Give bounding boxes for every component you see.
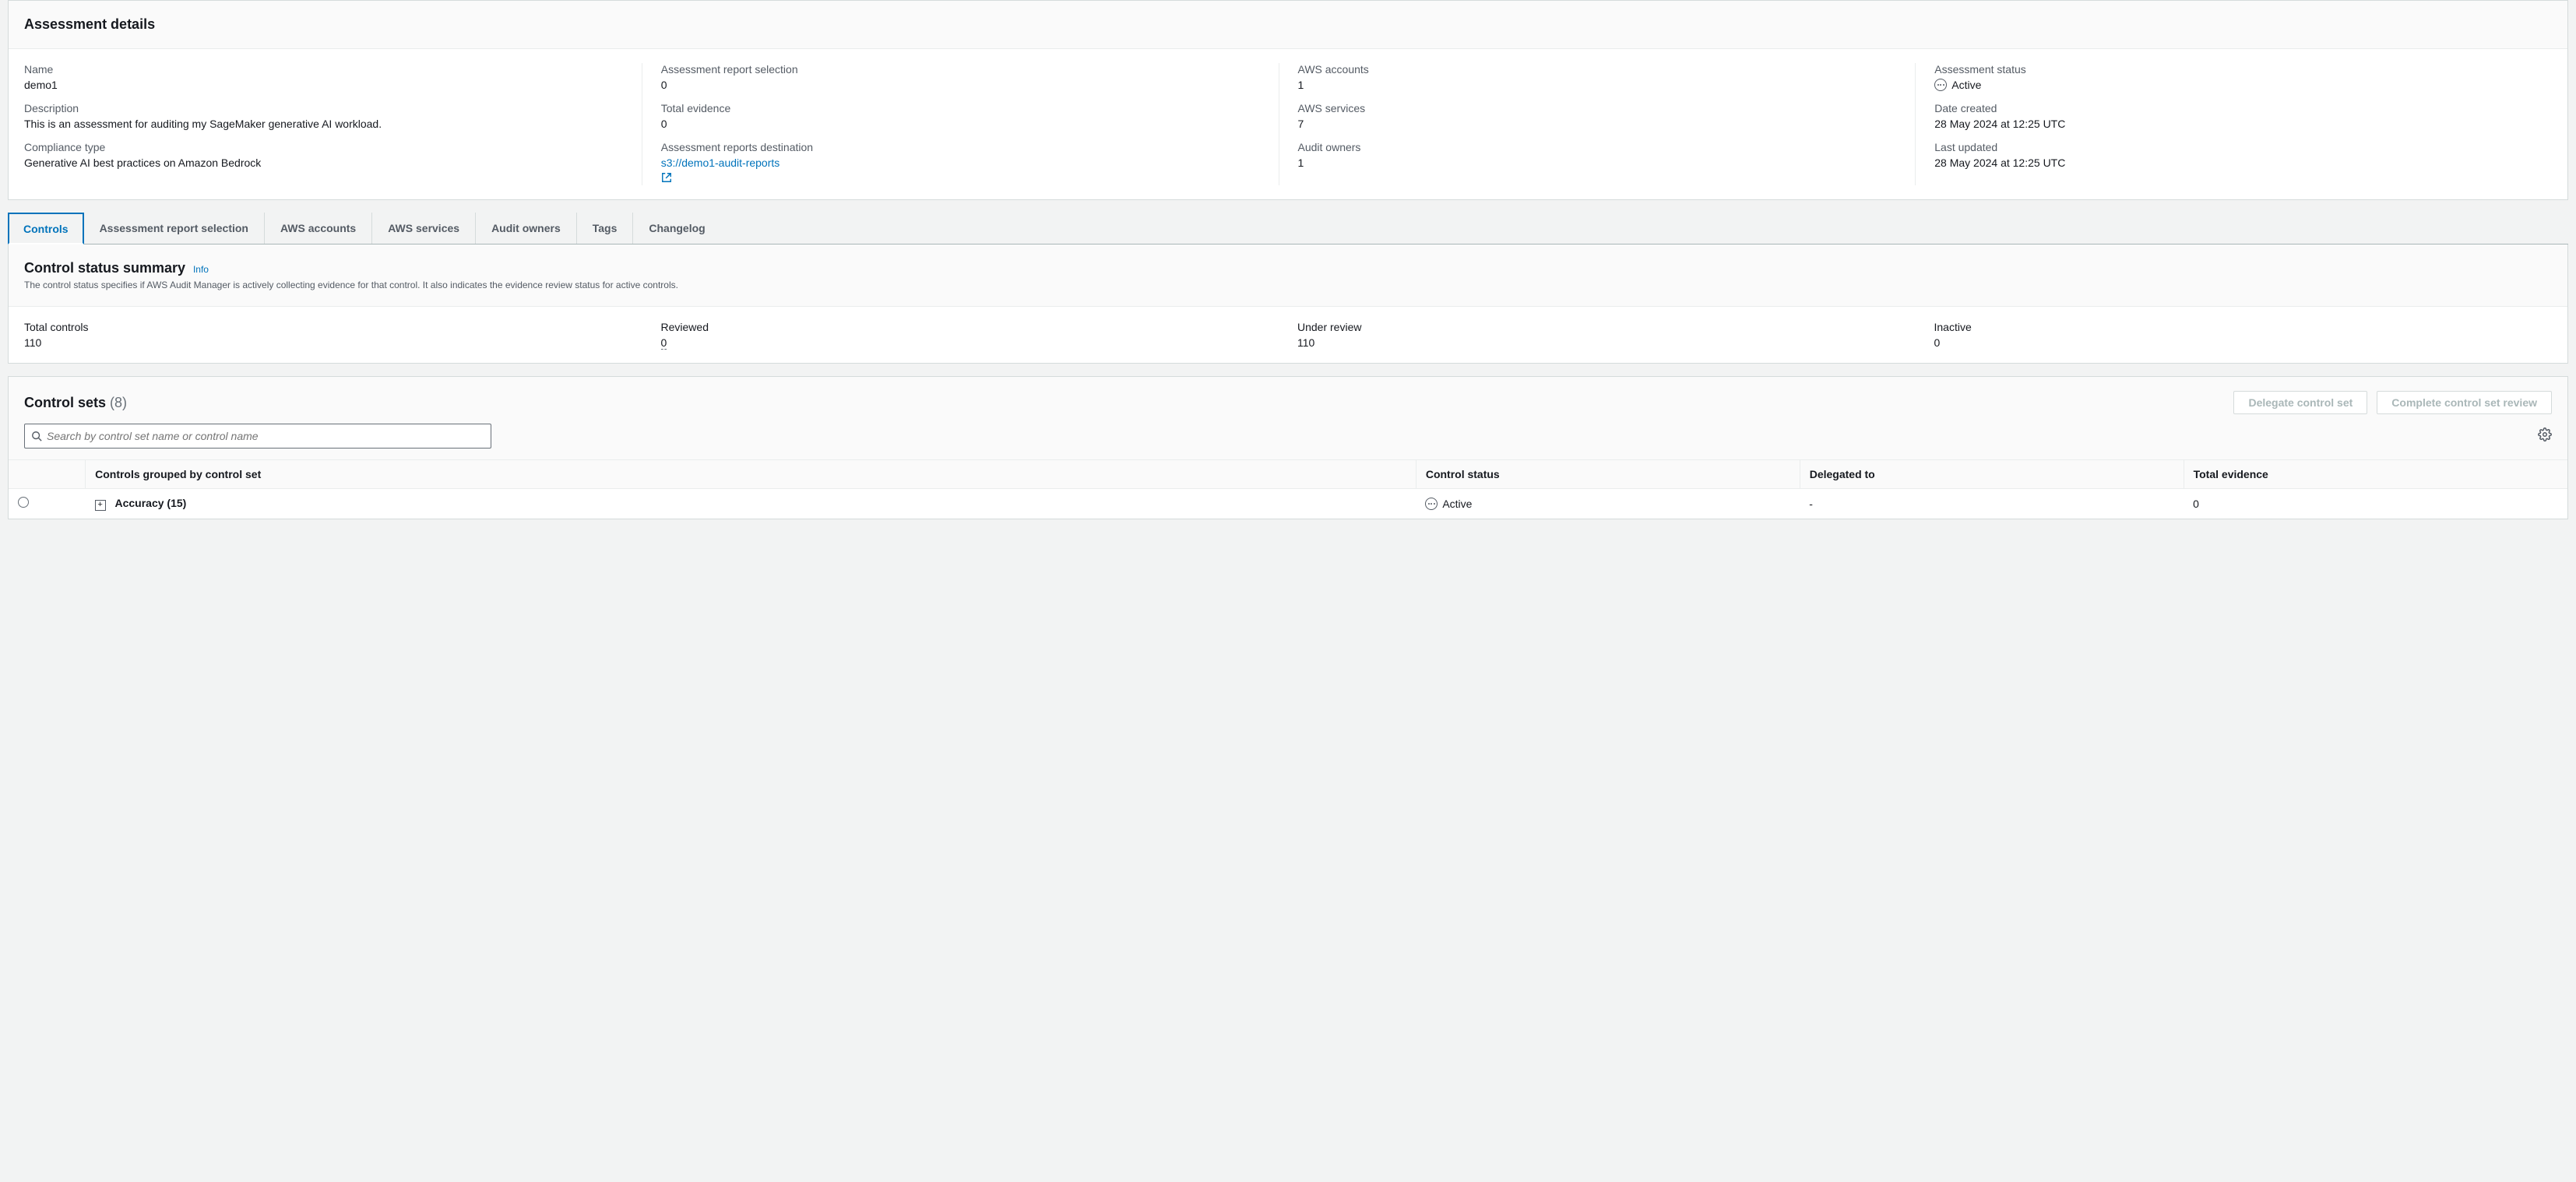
complete-control-set-review-button[interactable]: Complete control set review — [2377, 391, 2552, 414]
inactive-label: Inactive — [1934, 321, 2534, 333]
total-evidence-label: Total evidence — [661, 102, 1260, 114]
external-link-icon[interactable] — [661, 172, 1260, 185]
last-updated-value: 28 May 2024 at 12:25 UTC — [1934, 157, 2533, 169]
control-status-summary-heading: Control status summary — [24, 260, 185, 276]
tabs-bar: Controls Assessment report selection AWS… — [8, 213, 2568, 244]
name-label: Name — [24, 63, 623, 76]
assessment-status-value: Active — [1951, 79, 1981, 91]
compliance-type-label: Compliance type — [24, 141, 623, 153]
date-created-value: 28 May 2024 at 12:25 UTC — [1934, 118, 2533, 130]
search-icon — [31, 431, 42, 441]
delegate-control-set-button[interactable]: Delegate control set — [2233, 391, 2367, 414]
status-in-progress-icon — [1425, 498, 1438, 510]
col-total-evidence[interactable]: Total evidence — [2184, 460, 2567, 489]
control-sets-count: (8) — [110, 395, 127, 410]
tab-aws-services[interactable]: AWS services — [372, 213, 476, 244]
row-status: Active — [1442, 498, 1472, 510]
tab-audit-owners[interactable]: Audit owners — [476, 213, 577, 244]
tab-assessment-report-selection[interactable]: Assessment report selection — [84, 213, 265, 244]
last-updated-label: Last updated — [1934, 141, 2533, 153]
control-status-summary-panel: Control status summary Info The control … — [8, 244, 2568, 364]
description-value: This is an assessment for auditing my Sa… — [24, 118, 623, 130]
assessment-details-header: Assessment details — [9, 1, 2567, 49]
row-evidence: 0 — [2184, 489, 2567, 519]
total-controls-value: 110 — [24, 336, 624, 349]
report-selection-label: Assessment report selection — [661, 63, 1260, 76]
info-link[interactable]: Info — [193, 264, 209, 275]
control-sets-table: Controls grouped by control set Control … — [9, 459, 2567, 519]
col-delegated-to[interactable]: Delegated to — [1800, 460, 2184, 489]
total-evidence-value: 0 — [661, 118, 1260, 130]
aws-accounts-value: 1 — [1298, 79, 1897, 91]
search-input[interactable] — [47, 430, 484, 442]
control-status-summary-header: Control status summary Info The control … — [9, 244, 2567, 307]
details-col-4: Assessment status Active Date created 28… — [1915, 63, 2552, 185]
assessment-details-heading: Assessment details — [24, 16, 2552, 33]
control-status-summary-description: The control status specifies if AWS Audi… — [24, 280, 2552, 290]
reports-destination-label: Assessment reports destination — [661, 141, 1260, 153]
control-sets-heading: Control sets — [24, 395, 106, 410]
details-col-1: Name demo1 Description This is an assess… — [24, 63, 642, 185]
audit-owners-value: 1 — [1298, 157, 1897, 169]
aws-services-label: AWS services — [1298, 102, 1897, 114]
reviewed-value: 0 — [661, 336, 667, 350]
tab-tags[interactable]: Tags — [577, 213, 634, 244]
assessment-status-label: Assessment status — [1934, 63, 2533, 76]
under-review-value: 110 — [1297, 336, 1897, 349]
tab-changelog[interactable]: Changelog — [633, 213, 720, 244]
inactive-value: 0 — [1934, 336, 2534, 349]
col-controls-grouped[interactable]: Controls grouped by control set — [86, 460, 1416, 489]
compliance-type-value: Generative AI best practices on Amazon B… — [24, 157, 623, 169]
report-selection-value: 0 — [661, 79, 1260, 91]
description-label: Description — [24, 102, 623, 114]
row-delegated: - — [1800, 489, 2184, 519]
row-name: Accuracy (15) — [115, 497, 187, 509]
aws-accounts-label: AWS accounts — [1298, 63, 1897, 76]
control-sets-panel: Control sets (8) Delegate control set Co… — [8, 376, 2568, 519]
tab-aws-accounts[interactable]: AWS accounts — [265, 213, 372, 244]
control-sets-header: Control sets (8) Delegate control set Co… — [9, 377, 2567, 417]
name-value: demo1 — [24, 79, 623, 91]
aws-services-value: 7 — [1298, 118, 1897, 130]
reviewed-label: Reviewed — [661, 321, 1261, 333]
assessment-details-panel: Assessment details Name demo1 Descriptio… — [8, 0, 2568, 200]
row-select-radio[interactable] — [18, 497, 29, 508]
tab-controls[interactable]: Controls — [8, 213, 84, 244]
audit-owners-label: Audit owners — [1298, 141, 1897, 153]
col-control-status[interactable]: Control status — [1416, 460, 1800, 489]
total-controls-label: Total controls — [24, 321, 624, 333]
reports-destination-link[interactable]: s3://demo1-audit-reports — [661, 157, 780, 169]
settings-gear-icon[interactable] — [2538, 427, 2552, 445]
details-col-2: Assessment report selection 0 Total evid… — [642, 63, 1279, 185]
under-review-label: Under review — [1297, 321, 1897, 333]
details-col-3: AWS accounts 1 AWS services 7 Audit owne… — [1279, 63, 1916, 185]
search-box[interactable] — [24, 424, 491, 449]
status-in-progress-icon — [1934, 79, 1947, 91]
date-created-label: Date created — [1934, 102, 2533, 114]
table-row: + Accuracy (15) Active - 0 — [9, 489, 2567, 519]
expand-icon[interactable]: + — [95, 500, 106, 511]
